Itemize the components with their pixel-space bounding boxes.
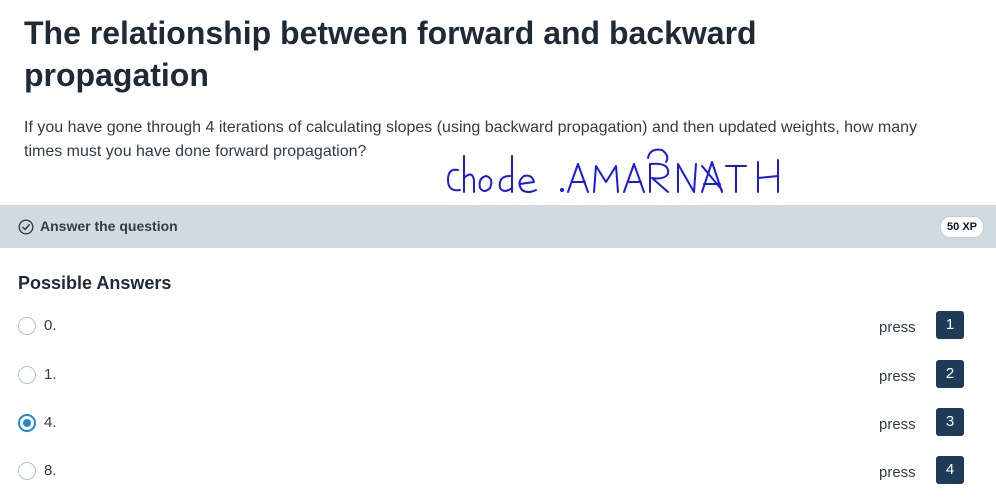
answer-option-3[interactable]: 4. press 3 [0,408,996,454]
answer-option-4[interactable]: 8. press 4 [0,456,996,502]
keyboard-shortcut-key: 2 [936,360,964,388]
press-hint: press [879,464,916,481]
keyboard-shortcut-key: 3 [936,408,964,436]
radio-button[interactable] [18,317,36,335]
answer-option-label[interactable]: 1. [44,366,57,384]
check-circle-icon [18,219,34,235]
keyboard-shortcut-key: 1 [936,311,964,339]
possible-answers-heading: Possible Answers [18,273,172,293]
press-hint: press [879,416,916,433]
radio-button-selected[interactable] [18,414,36,432]
radio-button[interactable] [18,462,36,480]
answer-option-label[interactable]: 0. [44,317,57,335]
answer-header-bar: Answer the question 50 XP [0,205,996,248]
press-hint: press [879,319,916,336]
answer-option-1[interactable]: 0. press 1 [0,311,996,357]
handwritten-signature [447,148,779,193]
xp-badge: 50 XP [940,216,984,238]
answer-option-2[interactable]: 1. press 2 [0,360,996,406]
answer-question-label: Answer the question [40,218,178,234]
answer-option-label[interactable]: 8. [44,462,57,480]
exercise-title: The relationship between forward and bac… [24,15,757,93]
keyboard-shortcut-key: 4 [936,456,964,484]
press-hint: press [879,368,916,385]
radio-button[interactable] [18,366,36,384]
answer-option-label[interactable]: 4. [44,414,57,432]
